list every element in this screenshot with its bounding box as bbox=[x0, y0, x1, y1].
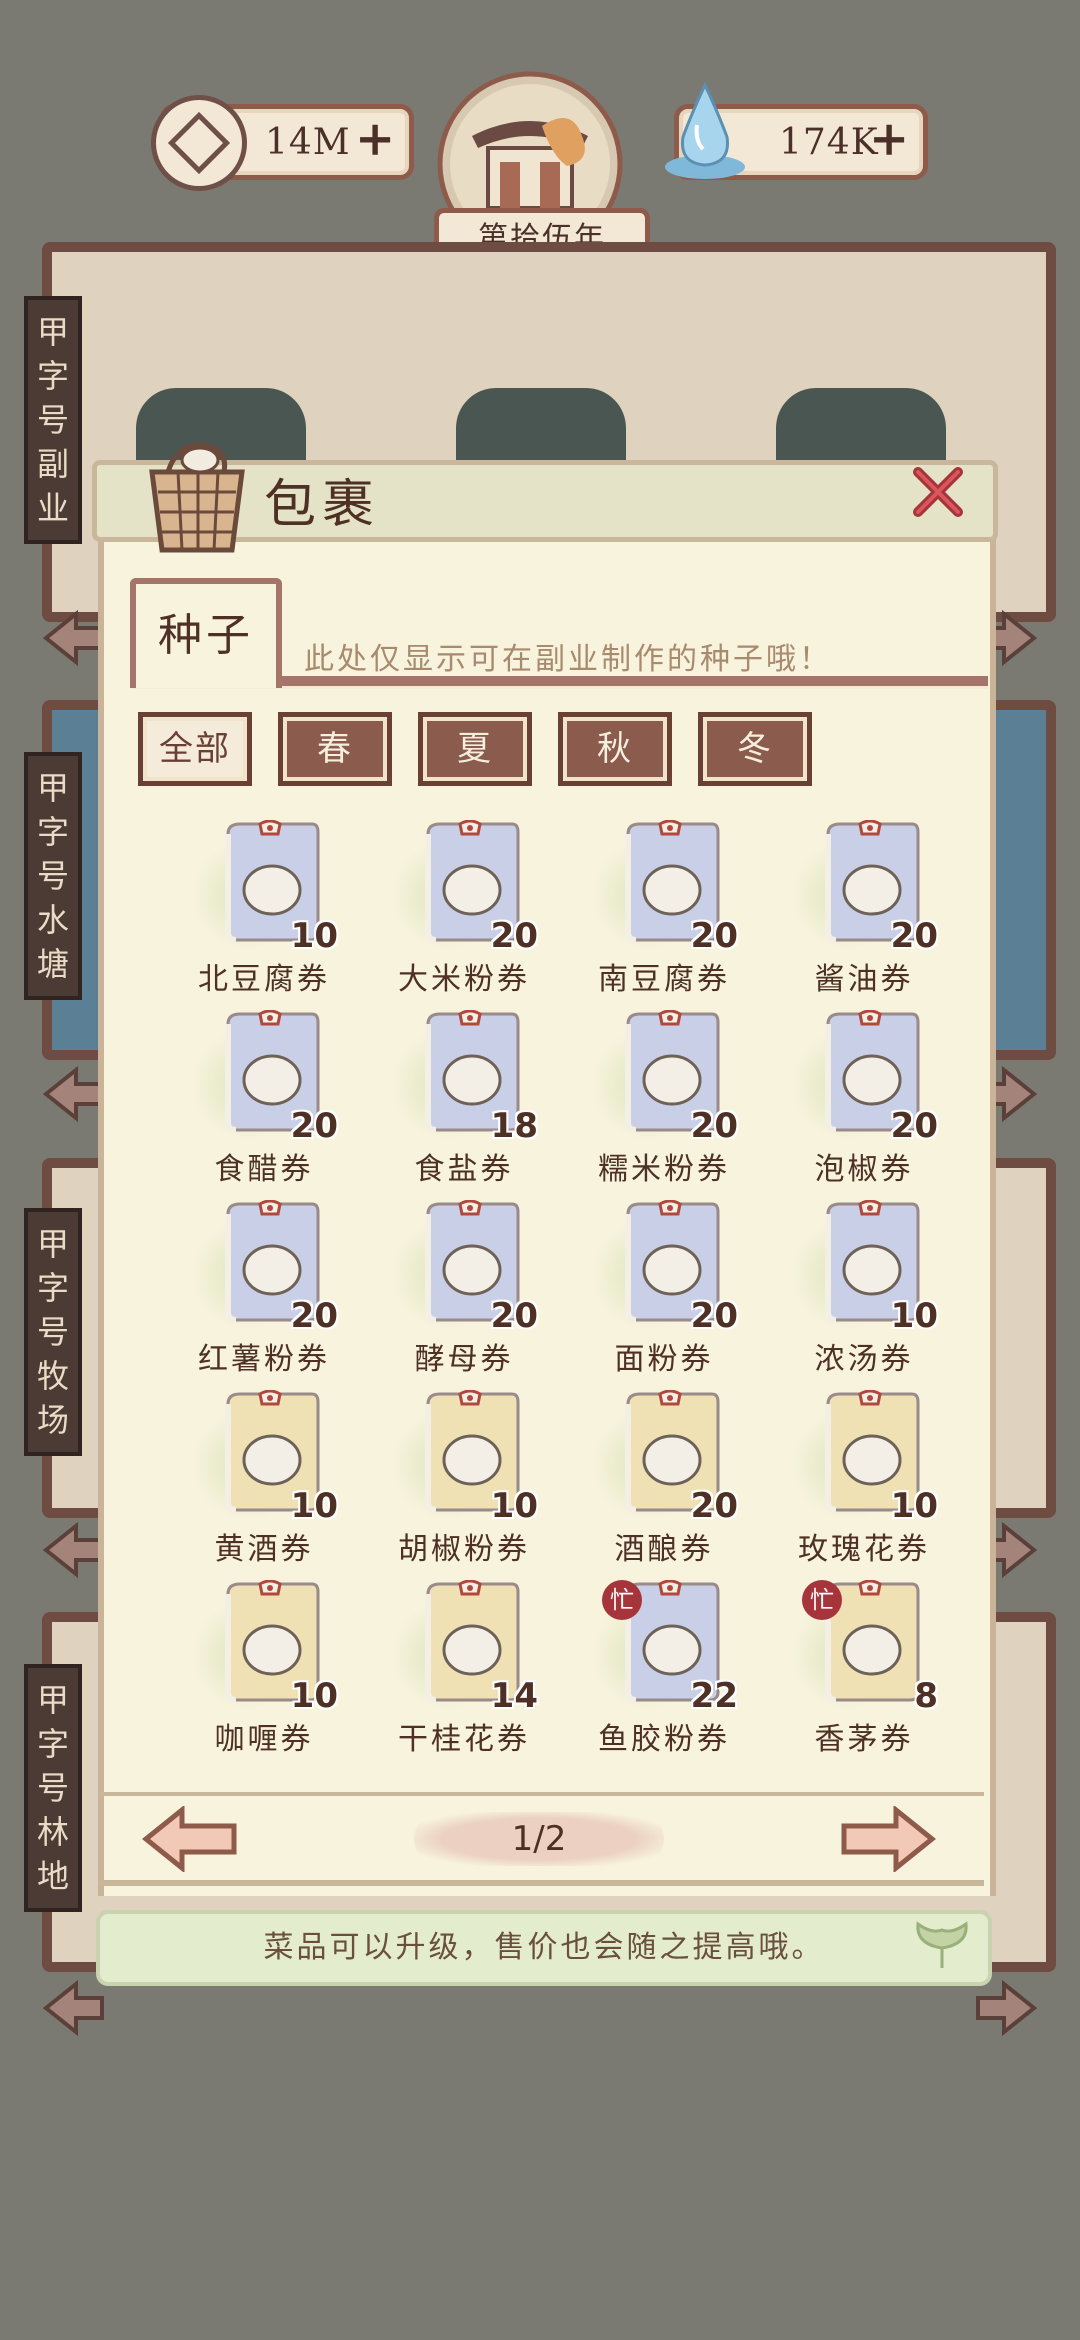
inventory-item[interactable]: 18 食盐券 bbox=[364, 1010, 544, 1200]
item-count: 10 bbox=[290, 1486, 338, 1526]
tab-hint: 此处仅显示可在副业制作的种子哦！ bbox=[304, 642, 832, 677]
dialog-bottom-border bbox=[98, 1880, 984, 1886]
item-name: 泡椒券 bbox=[814, 1152, 914, 1187]
close-icon[interactable] bbox=[910, 464, 966, 520]
filter-autumn-button[interactable]: 秋 bbox=[558, 712, 672, 786]
item-count: 20 bbox=[690, 1296, 738, 1336]
inventory-item[interactable]: 20 红薯粉券 bbox=[164, 1200, 344, 1390]
item-count: 20 bbox=[490, 916, 538, 956]
item-name: 南豆腐券 bbox=[598, 962, 730, 997]
status-badge: 忙 bbox=[802, 1580, 842, 1620]
status-badge: 忙 bbox=[602, 1580, 642, 1620]
item-count: 22 bbox=[690, 1676, 738, 1716]
add-coins-button[interactable]: + bbox=[355, 115, 395, 163]
item-name: 酒酿券 bbox=[614, 1532, 714, 1567]
arrow-left-icon[interactable] bbox=[42, 1978, 106, 2038]
coin-icon bbox=[151, 95, 247, 191]
item-count: 20 bbox=[290, 1296, 338, 1336]
tip-bar: 菜品可以升级，售价也会随之提高哦。 bbox=[96, 1910, 992, 1986]
water-counter[interactable]: 174K + bbox=[665, 81, 928, 180]
inventory-item[interactable]: 10 浓汤券 bbox=[764, 1200, 944, 1390]
item-count: 10 bbox=[890, 1296, 938, 1336]
item-count: 20 bbox=[690, 916, 738, 956]
item-name: 香茅券 bbox=[814, 1722, 914, 1757]
item-name: 食盐券 bbox=[414, 1152, 514, 1187]
filter-spring-button[interactable]: 春 bbox=[278, 712, 392, 786]
water-drop-icon bbox=[665, 81, 745, 179]
inventory-item[interactable]: 20 食醋券 bbox=[164, 1010, 344, 1200]
inventory-item[interactable]: 20 糯米粉券 bbox=[564, 1010, 744, 1200]
ginkgo-leaf-icon bbox=[916, 1921, 968, 1968]
inventory-item[interactable]: 10 黄酒券 bbox=[164, 1390, 344, 1580]
item-count: 20 bbox=[690, 1486, 738, 1526]
page-indicator: 1/2 bbox=[414, 1812, 664, 1866]
inventory-item[interactable]: 10 咖喱券 bbox=[164, 1580, 344, 1770]
item-count: 10 bbox=[490, 1486, 538, 1526]
inventory-item[interactable]: 忙 8 香茅券 bbox=[764, 1580, 944, 1770]
top-bar: 14M + 第拾伍年 174K + bbox=[0, 0, 1080, 270]
water-value: 174K bbox=[779, 121, 879, 163]
item-count: 18 bbox=[490, 1106, 538, 1146]
item-name: 大米粉券 bbox=[398, 962, 530, 997]
item-name: 鱼胶粉券 bbox=[598, 1722, 730, 1757]
inventory-item[interactable]: 10 胡椒粉券 bbox=[364, 1390, 544, 1580]
tab-seeds[interactable]: 种子 bbox=[130, 578, 282, 688]
next-page-icon[interactable] bbox=[840, 1806, 936, 1872]
prev-page-icon[interactable] bbox=[142, 1806, 238, 1872]
arrow-right-icon[interactable] bbox=[974, 1978, 1038, 2038]
arrow-left-icon[interactable] bbox=[42, 608, 106, 668]
item-name: 食醋券 bbox=[214, 1152, 314, 1187]
inventory-item[interactable]: 20 酒酿券 bbox=[564, 1390, 744, 1580]
item-count: 20 bbox=[490, 1296, 538, 1336]
item-name: 北豆腐券 bbox=[198, 962, 330, 997]
side-tab-ranch[interactable]: 甲字号牧场 bbox=[24, 1208, 82, 1456]
item-count: 20 bbox=[290, 1106, 338, 1146]
inventory-item[interactable]: 10 玫瑰花券 bbox=[764, 1390, 944, 1580]
item-count: 10 bbox=[890, 1486, 938, 1526]
item-name: 面粉券 bbox=[614, 1342, 714, 1377]
basket-icon bbox=[149, 442, 245, 553]
item-name: 酱油券 bbox=[814, 962, 914, 997]
item-count: 14 bbox=[490, 1676, 538, 1716]
item-name: 糯米粉券 bbox=[598, 1152, 730, 1187]
item-name: 酵母券 bbox=[414, 1342, 514, 1377]
pager-divider bbox=[98, 1792, 984, 1796]
coin-value: 14M bbox=[265, 121, 351, 163]
item-name: 红薯粉券 bbox=[198, 1342, 330, 1377]
item-name: 玫瑰花券 bbox=[798, 1532, 930, 1567]
side-tab-forest[interactable]: 甲字号林地 bbox=[24, 1664, 82, 1912]
item-count: 20 bbox=[890, 916, 938, 956]
inventory-item[interactable]: 20 面粉券 bbox=[564, 1200, 744, 1390]
filter-all-button[interactable]: 全部 bbox=[138, 712, 252, 786]
item-name: 干桂花券 bbox=[398, 1722, 530, 1757]
inventory-item[interactable]: 14 干桂花券 bbox=[364, 1580, 544, 1770]
item-count: 10 bbox=[290, 1676, 338, 1716]
inventory-item[interactable]: 20 南豆腐券 bbox=[564, 820, 744, 1010]
inventory-item[interactable]: 20 酵母券 bbox=[364, 1200, 544, 1390]
inventory-item[interactable]: 20 大米粉券 bbox=[364, 820, 544, 1010]
item-name: 咖喱券 bbox=[214, 1722, 314, 1757]
inventory-item[interactable]: 20 酱油券 bbox=[764, 820, 944, 1010]
inventory-item[interactable]: 10 北豆腐券 bbox=[164, 820, 344, 1010]
dialog-title: 包裹 bbox=[264, 475, 381, 535]
side-tab-pond[interactable]: 甲字号水塘 bbox=[24, 752, 82, 1000]
filter-summer-button[interactable]: 夏 bbox=[418, 712, 532, 786]
inventory-item[interactable]: 20 泡椒券 bbox=[764, 1010, 944, 1200]
item-name: 黄酒券 bbox=[214, 1532, 314, 1567]
coin-counter[interactable]: 14M + bbox=[151, 95, 414, 191]
item-count: 8 bbox=[914, 1676, 938, 1716]
add-water-button[interactable]: + bbox=[869, 115, 909, 163]
inventory-item[interactable]: 忙 22 鱼胶粉券 bbox=[564, 1580, 744, 1770]
item-name: 浓汤券 bbox=[814, 1342, 914, 1377]
item-count: 20 bbox=[690, 1106, 738, 1146]
item-name: 胡椒粉券 bbox=[398, 1532, 530, 1567]
arrow-left-icon[interactable] bbox=[42, 1520, 106, 1580]
arrow-left-icon[interactable] bbox=[42, 1064, 106, 1124]
item-count: 20 bbox=[890, 1106, 938, 1146]
filter-winter-button[interactable]: 冬 bbox=[698, 712, 812, 786]
side-tab-sideline[interactable]: 甲字号副业 bbox=[24, 296, 82, 544]
item-count: 10 bbox=[290, 916, 338, 956]
